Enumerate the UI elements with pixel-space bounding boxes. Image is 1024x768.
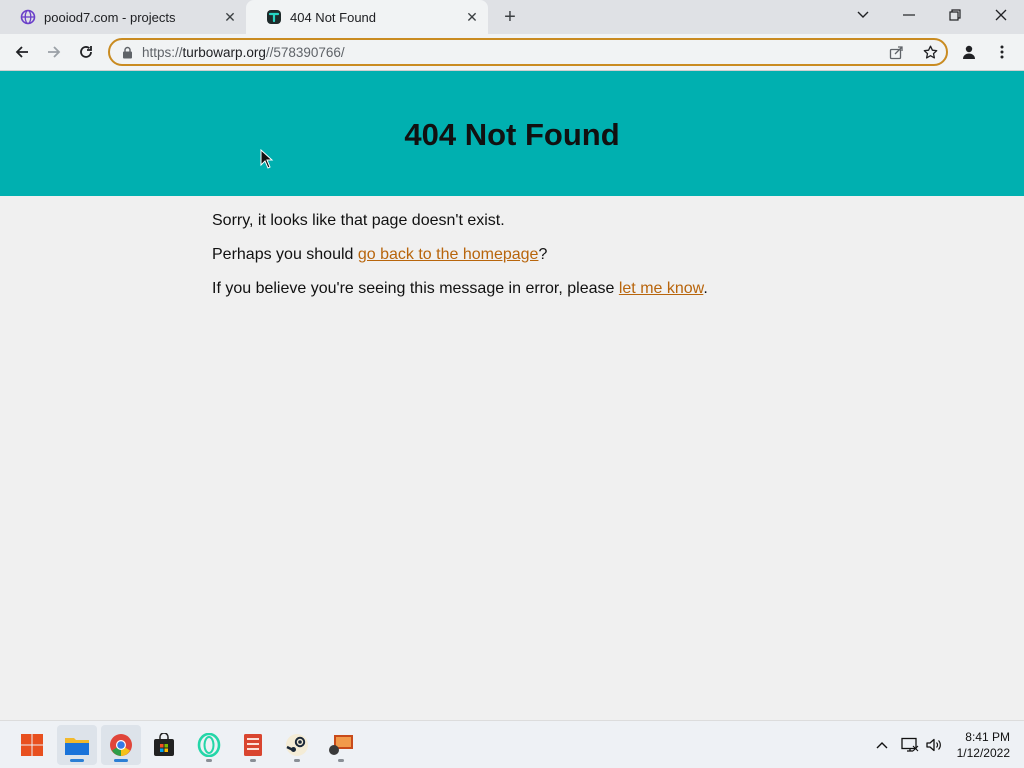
network-button[interactable] — [899, 721, 921, 768]
file-explorer-button[interactable] — [57, 725, 97, 765]
running-indicator — [114, 759, 128, 762]
close-icon[interactable]: ✕ — [464, 9, 480, 25]
chevron-down-icon — [857, 11, 869, 18]
chrome-button[interactable] — [101, 725, 141, 765]
chevron-up-icon — [876, 742, 888, 749]
running-indicator — [70, 759, 84, 762]
tab-strip: pooiod7.com - projects ✕ 404 Not Found ✕… — [0, 0, 1024, 34]
not-found-text: Sorry, it looks like that page doesn't e… — [212, 211, 708, 230]
file-explorer-icon — [65, 738, 89, 755]
back-button[interactable] — [9, 39, 35, 65]
store-button[interactable] — [144, 725, 184, 765]
address-bar[interactable]: https://turbowarp.org//578390766/ — [108, 38, 948, 66]
clock-date: 1/12/2022 — [956, 746, 1010, 760]
reload-icon — [80, 46, 92, 58]
profile-button[interactable] — [956, 39, 982, 65]
profile-icon — [963, 45, 975, 59]
tab-title: 404 Not Found — [290, 9, 377, 25]
app-icon — [329, 735, 353, 755]
tab-search-button[interactable] — [841, 0, 885, 30]
more-vertical-icon — [1000, 45, 1004, 59]
start-icon — [21, 734, 43, 756]
close-icon — [995, 9, 1007, 21]
notes-button[interactable] — [233, 725, 273, 765]
restore-button[interactable] — [933, 0, 977, 30]
page-title: 404 Not Found — [404, 116, 620, 152]
homepage-line: Perhaps you should go back to the homepa… — [212, 245, 708, 264]
start-button[interactable] — [12, 725, 52, 765]
url-scheme: https:// — [142, 44, 183, 60]
volume-button[interactable] — [923, 721, 945, 768]
steam-icon — [286, 734, 308, 756]
url-text: https://turbowarp.org//578390766/ — [142, 45, 345, 60]
system-clock[interactable]: 8:41 PM 1/12/2022 — [957, 729, 1010, 761]
show-hidden-icons-button[interactable] — [872, 721, 892, 768]
url-path: //578390766/ — [265, 44, 345, 60]
running-indicator — [294, 759, 300, 762]
notes-icon — [244, 734, 262, 756]
forward-button[interactable] — [41, 39, 67, 65]
url-host: turbowarp.org — [182, 44, 266, 60]
app-button[interactable] — [321, 725, 361, 765]
forward-arrow-icon — [48, 46, 61, 58]
line3-suffix: . — [703, 279, 708, 297]
close-window-button[interactable] — [979, 0, 1023, 30]
new-tab-button[interactable]: + — [500, 6, 520, 28]
menu-button[interactable] — [989, 39, 1015, 65]
homepage-link[interactable]: go back to the homepage — [358, 246, 539, 263]
restore-icon — [949, 9, 961, 21]
running-indicator — [206, 759, 212, 762]
globe-icon — [20, 9, 36, 25]
browser-toolbar: https://turbowarp.org//578390766/ — [0, 34, 1024, 71]
contact-link[interactable]: let me know — [619, 280, 703, 297]
steam-button[interactable] — [277, 725, 317, 765]
line2-suffix: ? — [538, 245, 548, 263]
line3-prefix: If you believe you're seeing this messag… — [212, 279, 619, 297]
share-icon[interactable] — [886, 42, 906, 62]
clock-time: 8:41 PM — [965, 730, 1010, 744]
back-arrow-icon — [15, 46, 28, 58]
chrome-icon — [110, 734, 132, 756]
turbowarp-icon — [266, 9, 282, 25]
minimize-button[interactable] — [887, 0, 931, 30]
page-viewport: 404 Not Found Sorry, it looks like that … — [0, 71, 1024, 720]
tab-pooiod7[interactable]: pooiod7.com - projects ✕ — [0, 0, 246, 34]
speaker-icon — [926, 738, 941, 752]
contact-line: If you believe you're seeing this messag… — [212, 279, 708, 298]
lock-icon[interactable] — [120, 45, 134, 59]
taskbar: 8:41 PM 1/12/2022 — [0, 720, 1024, 768]
opera-gx-button[interactable] — [189, 725, 229, 765]
close-icon[interactable]: ✕ — [222, 9, 238, 25]
network-icon — [901, 737, 919, 752]
store-icon — [154, 733, 174, 756]
running-indicator — [250, 759, 256, 762]
header-banner: 404 Not Found — [0, 71, 1024, 196]
error-message: Sorry, it looks like that page doesn't e… — [212, 211, 708, 313]
reload-button[interactable] — [73, 39, 99, 65]
bookmark-star-icon[interactable] — [920, 42, 940, 62]
opera-gx-icon — [197, 733, 221, 757]
running-indicator — [338, 759, 344, 762]
tab-404[interactable]: 404 Not Found ✕ — [246, 0, 488, 34]
minimize-icon — [903, 14, 915, 16]
tab-title: pooiod7.com - projects — [44, 9, 176, 25]
line1-text: Sorry, it looks like that page doesn't e… — [212, 212, 505, 229]
line2-prefix: Perhaps you should — [212, 245, 358, 263]
mouse-cursor-icon — [260, 149, 274, 169]
